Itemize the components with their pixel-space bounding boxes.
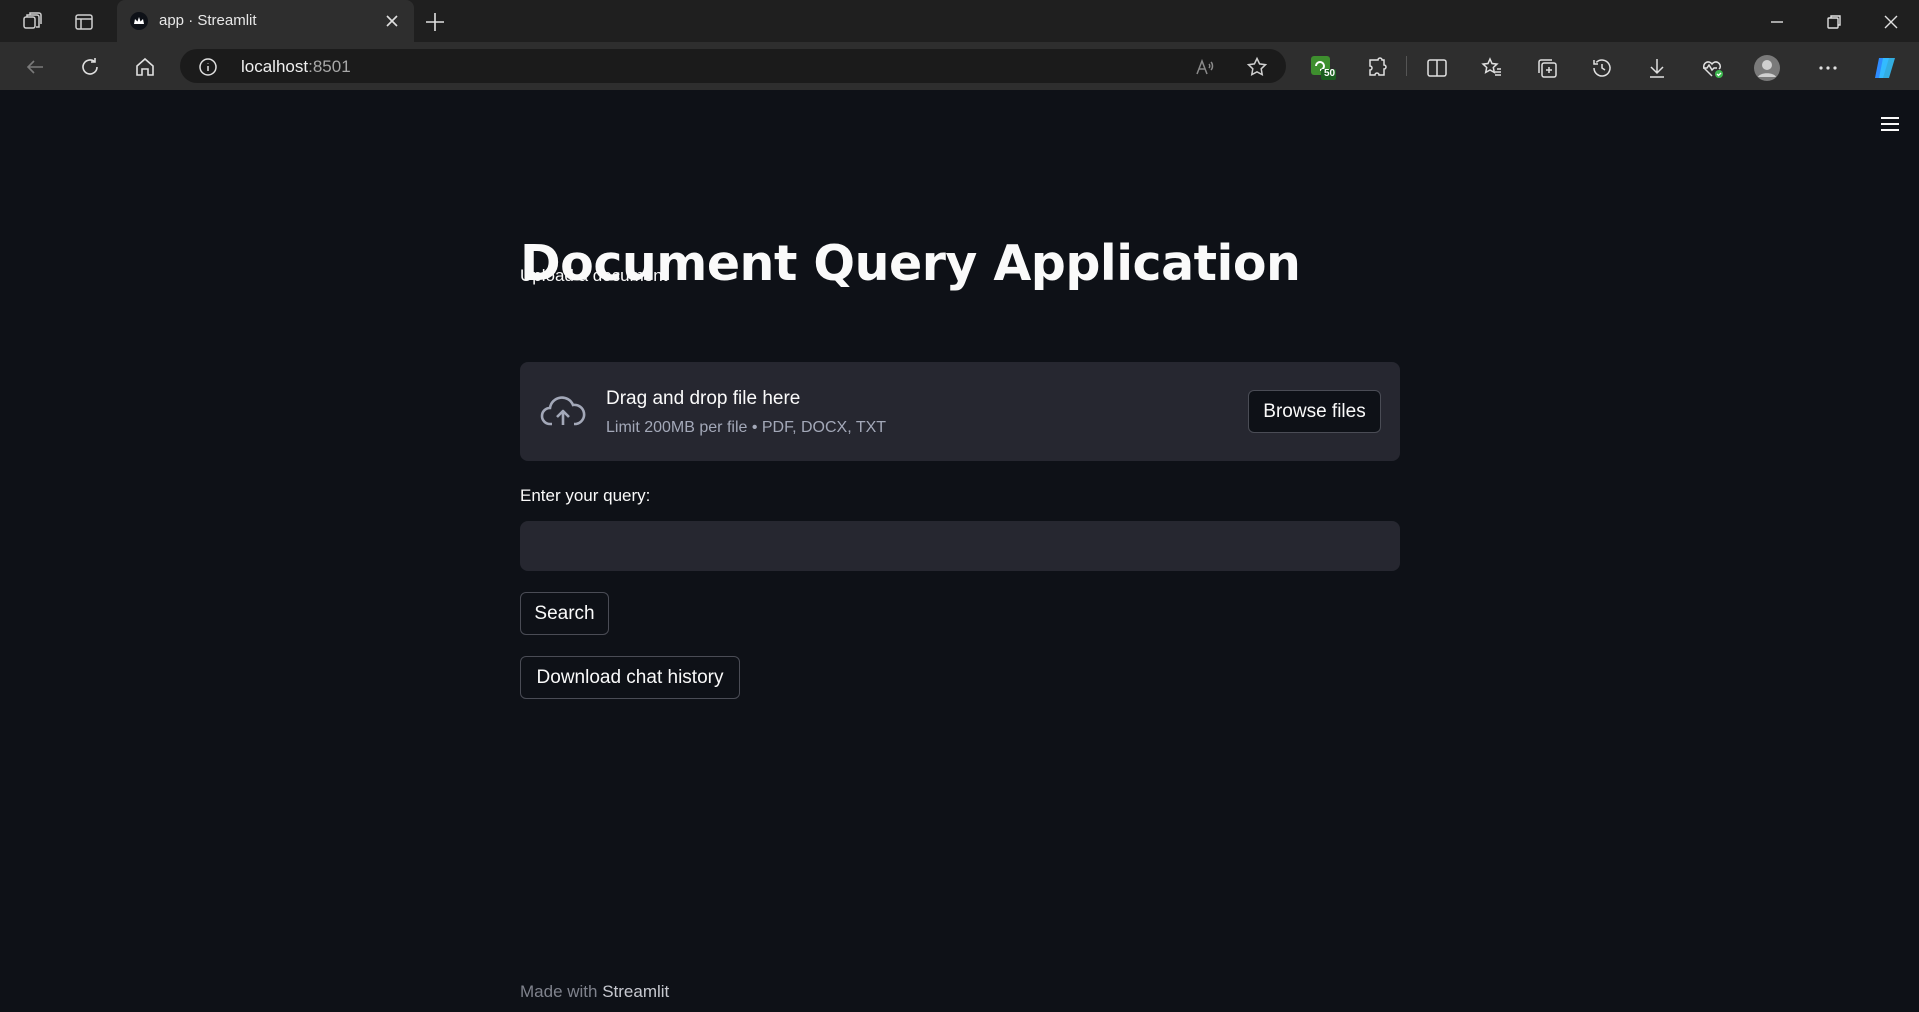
tab-actions-icon[interactable] — [71, 9, 97, 35]
main-menu-icon[interactable] — [1879, 115, 1901, 133]
history-icon[interactable] — [1588, 54, 1616, 82]
dropzone-instructions: Limit 200MB per file • PDF, DOCX, TXT — [606, 419, 887, 436]
streamlit-link[interactable]: Streamlit — [602, 982, 669, 1001]
browser-tab-bar: app · Streamlit — [0, 0, 1919, 42]
site-info-icon[interactable] — [198, 57, 218, 77]
query-label: Enter your query: — [520, 486, 651, 505]
dropzone-title: Drag and drop file here — [606, 388, 801, 409]
minimize-icon[interactable] — [1764, 9, 1790, 35]
workspaces-icon[interactable] — [19, 9, 45, 35]
split-screen-icon[interactable] — [1423, 54, 1451, 82]
close-window-icon[interactable] — [1878, 9, 1904, 35]
streamlit-page: Document Query Application Upload a docu… — [0, 91, 1919, 1012]
downloads-icon[interactable] — [1643, 54, 1671, 82]
reload-icon[interactable] — [75, 52, 105, 82]
back-icon[interactable] — [20, 52, 50, 82]
browse-files-button[interactable]: Browse files — [1248, 390, 1381, 433]
extensions-puzzle-icon[interactable] — [1364, 54, 1392, 82]
upload-label: Upload a document — [520, 266, 668, 285]
profile-avatar[interactable] — [1753, 54, 1781, 82]
query-input[interactable] — [520, 521, 1400, 571]
cloud-upload-icon — [540, 394, 586, 430]
new-tab-icon[interactable] — [422, 9, 448, 35]
collections-icon[interactable] — [1533, 54, 1561, 82]
read-aloud-icon[interactable] — [1194, 56, 1216, 78]
browser-essentials-icon[interactable] — [1698, 54, 1726, 82]
extension-green-icon[interactable]: 50 — [1309, 54, 1337, 82]
favorites-icon[interactable] — [1478, 54, 1506, 82]
tab-title: app · Streamlit — [159, 12, 257, 29]
footer: Made with Streamlit — [520, 982, 669, 1002]
browser-toolbar: localhost:8501 50 — [0, 42, 1919, 133]
more-options-icon[interactable] — [1814, 54, 1842, 82]
home-icon[interactable] — [130, 52, 160, 82]
extension-badge: 50 — [1324, 68, 1336, 79]
browser-tab[interactable]: app · Streamlit — [117, 0, 414, 42]
address-bar[interactable]: localhost:8501 — [180, 49, 1286, 83]
streamlit-crown-icon — [130, 12, 148, 30]
download-chat-history-button[interactable]: Download chat history — [520, 656, 740, 699]
file-dropzone[interactable]: Drag and drop file here Limit 200MB per … — [520, 362, 1400, 461]
favorite-star-icon[interactable] — [1246, 56, 1268, 78]
tab-close-icon[interactable] — [382, 11, 402, 31]
toolbar-divider — [1406, 56, 1407, 76]
address-url: localhost:8501 — [241, 57, 351, 77]
footer-prefix: Made with — [520, 982, 603, 1001]
address-host: localhost — [241, 57, 309, 76]
restore-icon[interactable] — [1821, 9, 1847, 35]
address-port: :8501 — [308, 57, 351, 76]
copilot-icon[interactable] — [1871, 54, 1899, 82]
search-button[interactable]: Search — [520, 592, 609, 635]
